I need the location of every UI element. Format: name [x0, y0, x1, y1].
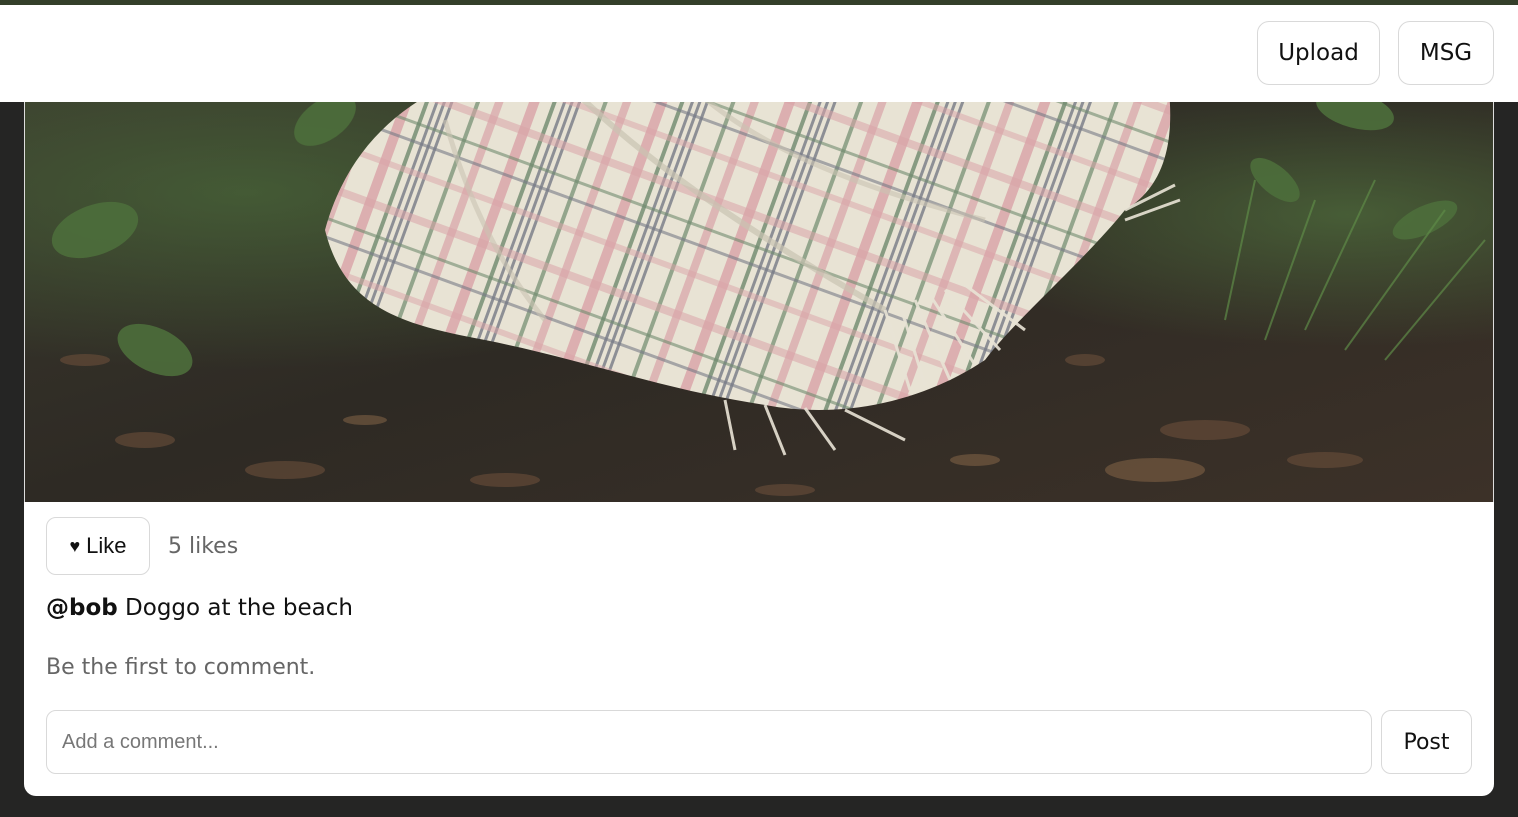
caption-username[interactable]: @bob — [46, 595, 118, 621]
likes-count: 5 likes — [168, 534, 239, 559]
heart-icon: ♥ — [69, 536, 81, 556]
upload-button[interactable]: Upload — [1257, 21, 1380, 85]
comment-input[interactable] — [46, 710, 1372, 774]
top-header: Upload MSG — [0, 5, 1518, 102]
caption-text: Doggo at the beach — [125, 595, 353, 621]
post-card: ♥ Like 5 likes @bob Doggo at the beach B… — [24, 60, 1494, 796]
msg-button[interactable]: MSG — [1398, 21, 1494, 85]
post-photo — [24, 60, 1494, 502]
post-comment-button[interactable]: Post — [1381, 710, 1472, 774]
like-button[interactable]: ♥ Like — [46, 517, 150, 575]
no-comments-message: Be the first to comment. — [46, 655, 316, 680]
post-caption: @bob Doggo at the beach — [46, 595, 353, 621]
like-button-label: Like — [86, 533, 127, 558]
